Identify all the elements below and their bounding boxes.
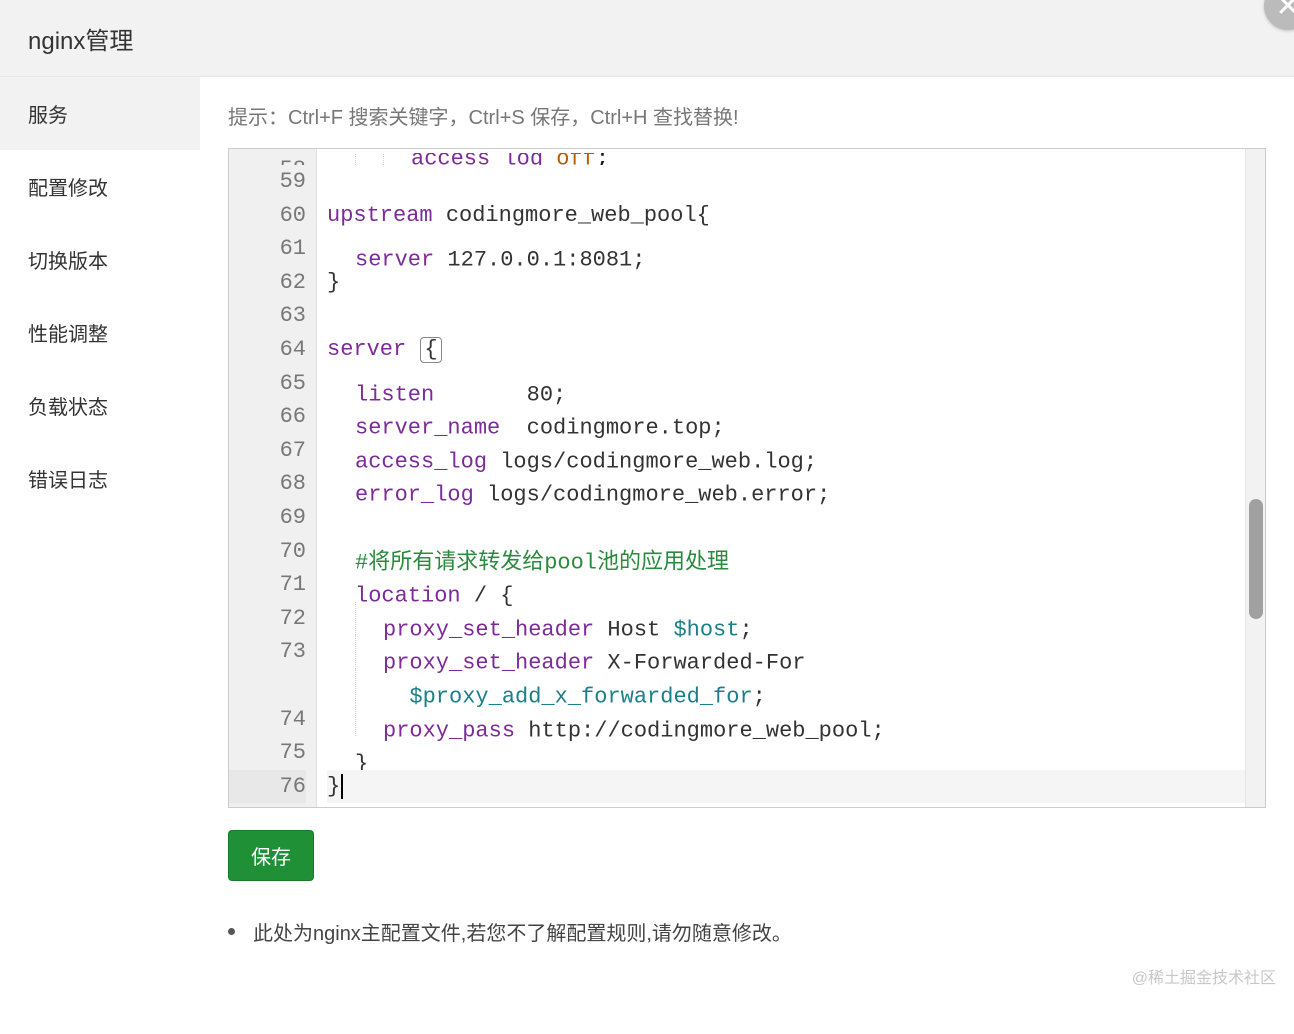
line-number: 75 <box>229 736 306 770</box>
code-line[interactable]: } <box>327 770 1265 804</box>
code-line[interactable] <box>327 501 1265 535</box>
gutter: 58596061626364656667686970717273 747576 <box>229 149 317 807</box>
hint-text: 提示：Ctrl+F 搜索关键字，Ctrl+S 保存，Ctrl+H 查找替换! <box>228 101 1266 130</box>
line-number: 64 <box>229 333 306 367</box>
line-number: 72 <box>229 602 306 636</box>
line-number: 62 <box>229 266 306 300</box>
watermark: @稀土掘金技术社区 <box>1132 964 1276 988</box>
code-line[interactable]: access_log logs/codingmore_web.log; <box>327 434 1265 468</box>
line-number: 68 <box>229 467 306 501</box>
code-line[interactable]: server 127.0.0.1:8081; <box>327 232 1265 266</box>
line-number: 71 <box>229 568 306 602</box>
config-note: 此处为nginx主配置文件,若您不了解配置规则,请勿随意修改。 <box>228 917 1266 946</box>
code-line[interactable]: #将所有请求转发给pool池的应用处理 <box>327 535 1265 569</box>
line-number: 73 <box>229 635 306 669</box>
modal-header: nginx管理 <box>0 0 1294 77</box>
code-line[interactable]: proxy_set_header X-Forwarded-For <box>327 635 1265 669</box>
code-line[interactable]: } <box>327 736 1265 770</box>
line-number: 63 <box>229 299 306 333</box>
save-button[interactable]: 保存 <box>228 830 314 881</box>
line-number: 59 <box>229 165 306 199</box>
sidebar-item-load[interactable]: 负载状态 <box>0 369 200 442</box>
line-number: 65 <box>229 367 306 401</box>
code-line[interactable]: error_log logs/codingmore_web.error; <box>327 467 1265 501</box>
line-number: 66 <box>229 400 306 434</box>
code-line[interactable]: $proxy_add_x_forwarded_for; <box>327 669 1265 703</box>
sidebar: 服务配置修改切换版本性能调整负载状态错误日志 <box>0 77 200 1034</box>
code-line[interactable]: location / { <box>327 568 1265 602</box>
line-number: 60 <box>229 199 306 233</box>
code-line[interactable]: server_name codingmore.top; <box>327 400 1265 434</box>
code-line[interactable] <box>327 299 1265 333</box>
sidebar-item-services[interactable]: 服务 <box>0 77 200 150</box>
scrollbar-thumb[interactable] <box>1249 499 1263 619</box>
code-line[interactable]: upstream codingmore_web_pool{ <box>327 199 1265 233</box>
code-line[interactable] <box>327 165 1265 199</box>
line-number: 76 <box>229 770 306 804</box>
code-line[interactable]: proxy_set_header Host $host; <box>327 602 1265 636</box>
sidebar-item-errorlog[interactable]: 错误日志 <box>0 442 200 515</box>
code-line[interactable]: access_log off; <box>327 153 1265 165</box>
line-number: 74 <box>229 703 306 737</box>
note-text: 此处为nginx主配置文件,若您不了解配置规则,请勿随意修改。 <box>253 917 792 946</box>
line-number: 58 <box>229 153 306 165</box>
sidebar-item-config[interactable]: 配置修改 <box>0 150 200 223</box>
modal-title: nginx管理 <box>28 21 133 56</box>
code-area[interactable]: access_log off; upstream codingmore_web_p… <box>317 149 1265 807</box>
bullet-icon <box>228 928 235 935</box>
code-line[interactable]: server { <box>327 333 1265 367</box>
line-number: 69 <box>229 501 306 535</box>
code-line[interactable]: } <box>327 266 1265 300</box>
code-line[interactable]: listen 80; <box>327 367 1265 401</box>
code-line[interactable]: proxy_pass http://codingmore_web_pool; <box>327 703 1265 737</box>
line-number: 61 <box>229 232 306 266</box>
sidebar-item-version[interactable]: 切换版本 <box>0 223 200 296</box>
line-number <box>229 669 306 703</box>
sidebar-item-performance[interactable]: 性能调整 <box>0 296 200 369</box>
line-number: 67 <box>229 434 306 468</box>
main-panel: 提示：Ctrl+F 搜索关键字，Ctrl+S 保存，Ctrl+H 查找替换! 5… <box>200 77 1294 1034</box>
line-number: 70 <box>229 535 306 569</box>
scrollbar-track[interactable] <box>1245 149 1265 807</box>
code-editor[interactable]: 58596061626364656667686970717273 747576 a… <box>228 148 1266 808</box>
